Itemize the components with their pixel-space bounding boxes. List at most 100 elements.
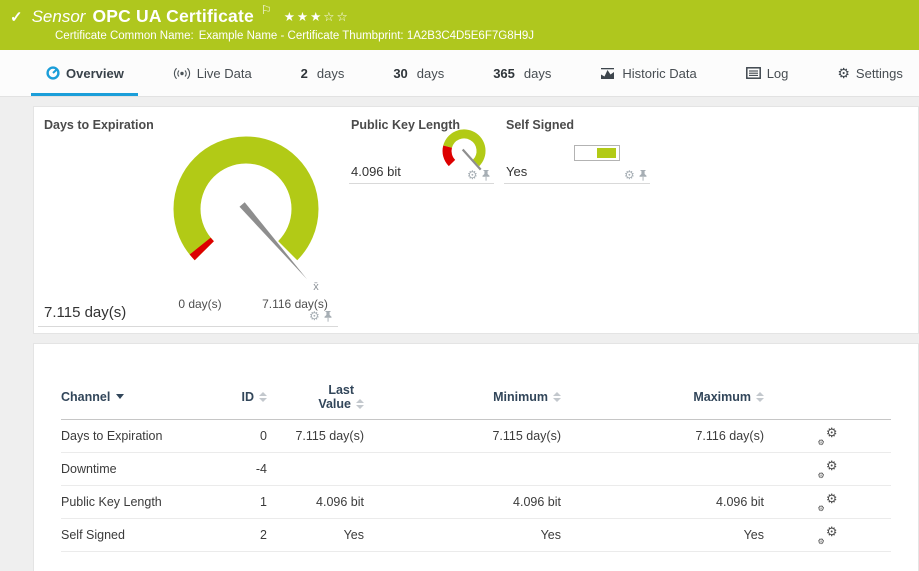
cell-last-value: 4.096 bit	[267, 495, 364, 509]
sort-both-icon	[756, 392, 764, 402]
gauge-actions: ⚙	[467, 169, 490, 181]
gauges-panel: Days to Expiration 0 day(s) 7.116 day(s)…	[33, 106, 919, 334]
column-label: Last	[318, 383, 364, 397]
tab-live-data[interactable]: Live Data	[173, 50, 252, 96]
tab-label: Settings	[856, 66, 903, 81]
column-header-last-value[interactable]: Last Value	[267, 383, 364, 411]
tab-label: Historic Data	[622, 66, 696, 81]
gauge-actions: ⚙	[309, 310, 332, 322]
tab-label: days	[317, 66, 344, 81]
flag-icon[interactable]: ⚐	[261, 3, 272, 17]
sort-both-icon	[356, 399, 364, 409]
column-header-minimum[interactable]: Minimum	[364, 390, 561, 404]
main-content: Days to Expiration 0 day(s) 7.116 day(s)…	[0, 97, 919, 571]
column-label: Minimum	[493, 390, 548, 404]
subtitle-label: Certificate Common Name:	[55, 30, 194, 42]
self-signed-indicator	[574, 145, 620, 161]
gauge-actions: ⚙	[624, 169, 647, 181]
cell-minimum: 7.115 day(s)	[364, 429, 561, 443]
gauge-title-days-to-expiration: Days to Expiration	[44, 118, 154, 132]
sensor-header: ✓ Sensor OPC UA Certificate ⚐ ★★★☆☆ Cert…	[0, 0, 919, 50]
days-to-expiration-gauge	[146, 121, 346, 295]
toggle-on-block	[597, 148, 616, 158]
column-header-id[interactable]: ID	[237, 390, 267, 404]
tab-30-days[interactable]: 30 days	[393, 50, 444, 96]
tab-label: days	[417, 66, 444, 81]
gauge-value-public-key-length: 4.096 bit	[351, 164, 401, 179]
table-row-public-key-length: Public Key Length 1 4.096 bit 4.096 bit …	[61, 486, 891, 519]
gear-icon[interactable]: ⚙	[624, 169, 635, 181]
gauge-value-self-signed: Yes	[506, 164, 527, 179]
tab-log[interactable]: Log	[746, 50, 789, 96]
gear-icon[interactable]: ⚙	[309, 310, 320, 322]
gauge-scale-min: 0 day(s)	[162, 297, 238, 311]
priority-stars[interactable]: ★★★☆☆	[284, 9, 350, 24]
tab-2-days[interactable]: 2 days	[301, 50, 345, 96]
table-header-row: Channel ID Last Value Minimum	[61, 374, 891, 420]
column-label: ID	[242, 390, 255, 404]
column-label: Channel	[61, 390, 110, 404]
pin-icon[interactable]	[482, 170, 490, 181]
cell-channel: Public Key Length	[61, 495, 237, 509]
gauge-mean-marker: x̄	[306, 281, 326, 293]
pin-icon[interactable]	[324, 311, 332, 322]
tab-number: 365	[493, 66, 515, 81]
subtitle-value: Example Name - Certificate Thumbprint: 1…	[199, 30, 534, 42]
broadcast-icon	[173, 67, 191, 80]
column-label: Value	[318, 397, 351, 411]
tab-overview[interactable]: Overview	[46, 50, 124, 96]
tab-number: 30	[393, 66, 407, 81]
sort-desc-icon	[116, 394, 124, 399]
cell-maximum: 7.116 day(s)	[561, 429, 764, 443]
cell-maximum: 4.096 bit	[561, 495, 764, 509]
tab-settings[interactable]: ⚙ Settings	[837, 50, 903, 96]
tab-label: Overview	[66, 66, 124, 81]
cell-last-value: 7.115 day(s)	[267, 429, 364, 443]
divider	[504, 183, 650, 184]
sort-both-icon	[553, 392, 561, 402]
log-list-icon	[746, 67, 761, 79]
cell-id: -4	[237, 462, 267, 476]
tab-number: 2	[301, 66, 308, 81]
cell-channel: Days to Expiration	[61, 429, 237, 443]
channel-settings-gears-icon[interactable]: ⚙⚙	[818, 428, 838, 445]
sensor-kicker: Sensor	[32, 7, 86, 27]
channels-table-panel: Channel ID Last Value Minimum	[33, 343, 919, 571]
cell-id: 2	[237, 528, 267, 542]
cell-id: 1	[237, 495, 267, 509]
area-chart-icon	[600, 67, 616, 80]
tab-365-days[interactable]: 365 days	[493, 50, 551, 96]
channel-settings-gears-icon[interactable]: ⚙⚙	[818, 527, 838, 544]
pin-icon[interactable]	[639, 170, 647, 181]
sensor-title: OPC UA Certificate	[92, 6, 253, 27]
gear-icon[interactable]: ⚙	[467, 169, 478, 181]
sort-both-icon	[259, 392, 267, 402]
tab-label: Log	[767, 66, 789, 81]
column-label: Maximum	[693, 390, 751, 404]
tab-historic-data[interactable]: Historic Data	[600, 50, 696, 96]
gauge-icon	[46, 66, 60, 80]
gauge-value-days-to-expiration: 7.115 day(s)	[44, 304, 126, 321]
channel-settings-gears-icon[interactable]: ⚙⚙	[818, 494, 838, 511]
cell-channel: Downtime	[61, 462, 237, 476]
gauge-scale-max: 7.116 day(s)	[246, 297, 344, 311]
tab-label: Live Data	[197, 66, 252, 81]
cell-id: 0	[237, 429, 267, 443]
divider	[349, 183, 494, 184]
gear-icon: ⚙	[837, 65, 850, 82]
channel-settings-gears-icon[interactable]: ⚙⚙	[818, 461, 838, 478]
cell-minimum: 4.096 bit	[364, 495, 561, 509]
table-row-self-signed: Self Signed 2 Yes Yes Yes ⚙⚙	[61, 519, 891, 552]
cell-maximum: Yes	[561, 528, 764, 542]
divider	[38, 326, 338, 327]
cell-minimum: Yes	[364, 528, 561, 542]
tab-bar: Overview Live Data 2 days 30 days 365 da…	[0, 50, 919, 97]
status-ok-check-icon: ✓	[10, 8, 23, 26]
public-key-length-gauge	[434, 123, 498, 175]
sensor-subtitle: Certificate Common Name: Example Name - C…	[0, 30, 919, 42]
cell-last-value: Yes	[267, 528, 364, 542]
cell-channel: Self Signed	[61, 528, 237, 542]
table-row-days-to-expiration: Days to Expiration 0 7.115 day(s) 7.115 …	[61, 420, 891, 453]
column-header-channel[interactable]: Channel	[61, 390, 237, 404]
column-header-maximum[interactable]: Maximum	[561, 390, 764, 404]
